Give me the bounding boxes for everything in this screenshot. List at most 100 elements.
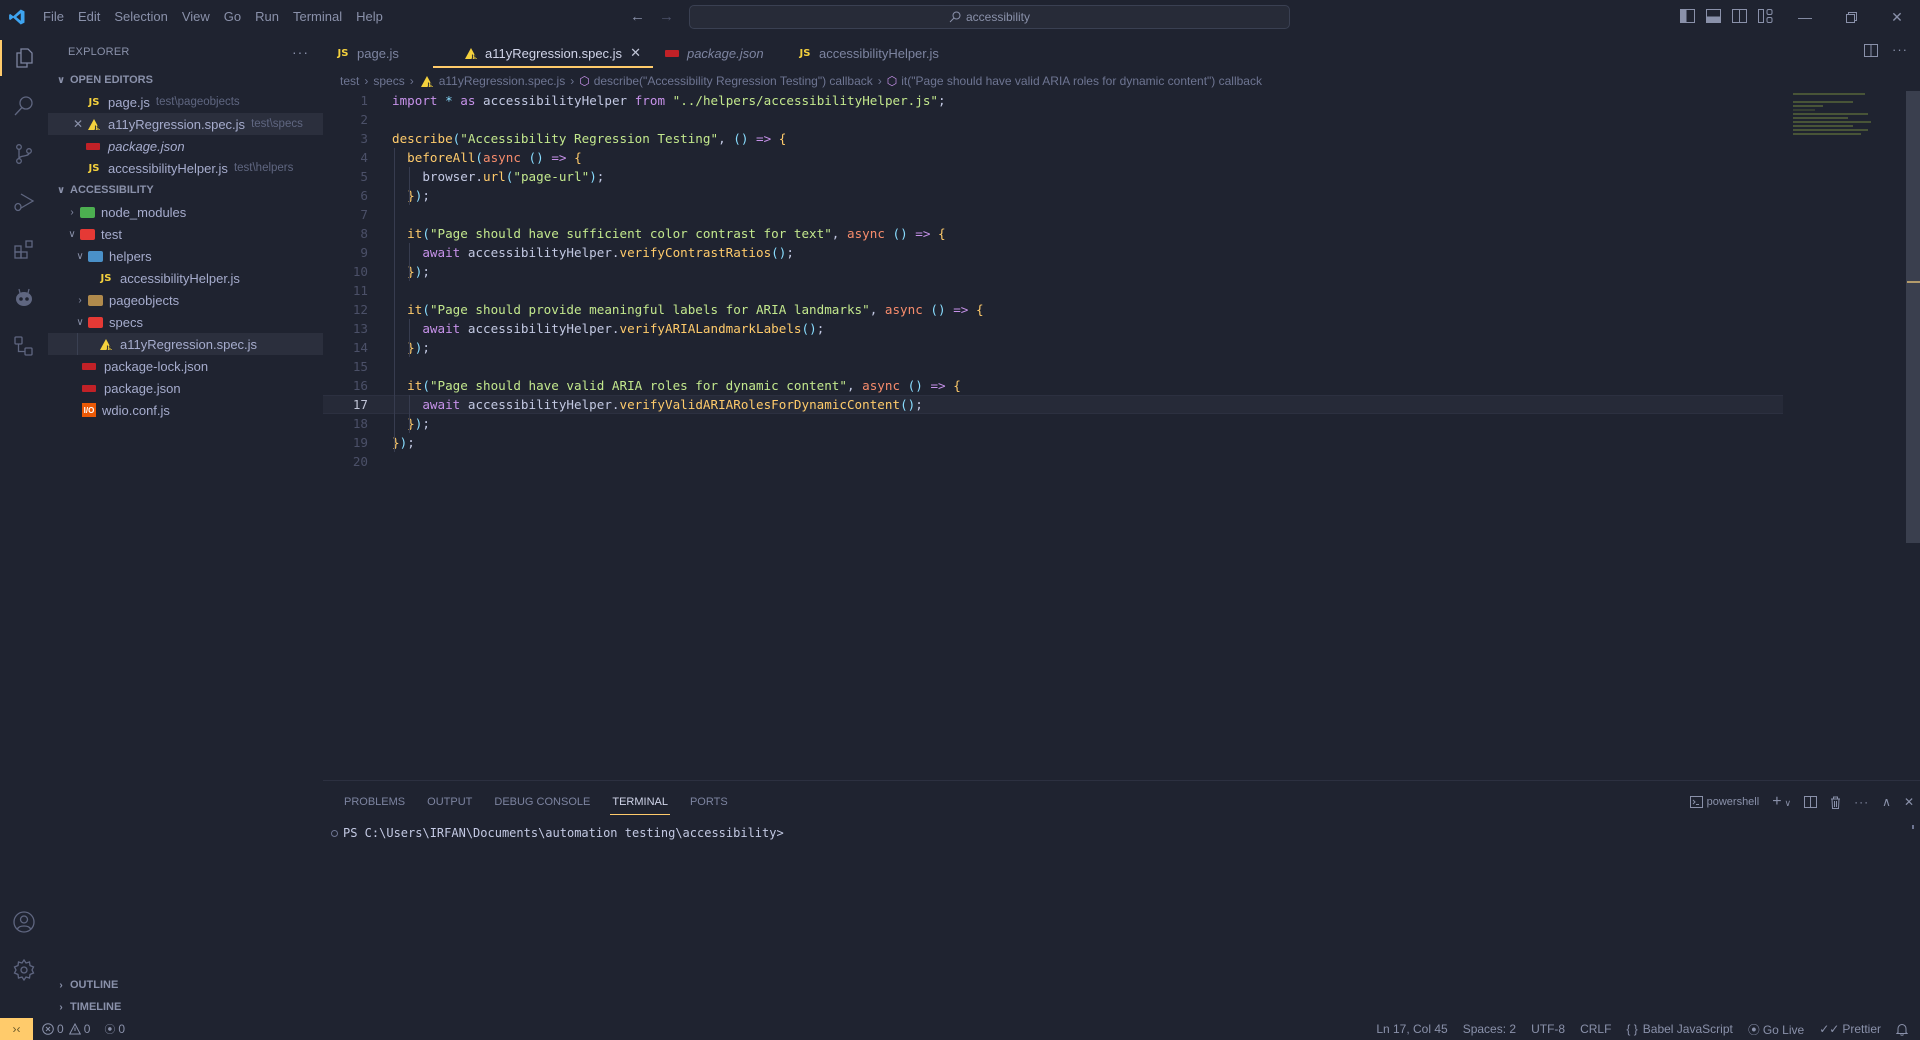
source-control-icon[interactable]: [0, 130, 48, 178]
platformio-alien-icon[interactable]: [0, 274, 48, 322]
more-actions-icon[interactable]: ···: [292, 44, 309, 60]
code-line[interactable]: 12 it("Page should provide meaningful la…: [323, 300, 1783, 319]
panel-tab-ports[interactable]: PORTS: [679, 789, 739, 815]
tree-item-file[interactable]: JS a11yRegression.spec.js: [48, 333, 323, 355]
customize-layout-icon[interactable]: [1758, 9, 1774, 24]
panel-tab-output[interactable]: OUTPUT: [416, 789, 483, 815]
end-of-line[interactable]: CRLF: [1580, 1022, 1611, 1036]
search-icon[interactable]: [0, 82, 48, 130]
tab-accessibility-helper[interactable]: JS accessibilityHelper.js: [785, 40, 951, 66]
code-line[interactable]: 18 });: [323, 414, 1783, 433]
extensions-icon[interactable]: [0, 226, 48, 274]
open-editor-item[interactable]: ✕ JS a11yRegression.spec.js test\specs: [48, 113, 323, 135]
tree-item-folder[interactable]: › node_modules: [48, 201, 323, 223]
remote-explorer-icon[interactable]: [0, 322, 48, 370]
remote-indicator-icon[interactable]: ›‹: [0, 1018, 33, 1040]
code-line[interactable]: 15: [323, 357, 1783, 376]
forward-arrow-icon[interactable]: →: [659, 8, 674, 25]
code-line[interactable]: 13 await accessibilityHelper.verifyARIAL…: [323, 319, 1783, 338]
tree-item-folder[interactable]: › pageobjects: [48, 289, 323, 311]
language-mode[interactable]: { } Babel JavaScript: [1626, 1022, 1732, 1036]
code-line[interactable]: 11: [323, 281, 1783, 300]
tab-a11y-regression-spec[interactable]: JS a11yRegression.spec.js ✕: [433, 40, 653, 68]
explorer-icon[interactable]: [0, 34, 48, 82]
project-header[interactable]: ∨ ACCESSIBILITY: [48, 179, 323, 201]
tab-package-json[interactable]: package.json: [653, 40, 785, 66]
tree-item-file[interactable]: package-lock.json: [48, 355, 323, 377]
menu-selection[interactable]: Selection: [107, 0, 174, 34]
menu-run[interactable]: Run: [248, 0, 286, 34]
close-editor-icon[interactable]: ✕: [70, 117, 86, 131]
timeline-header[interactable]: › TIMELINE: [48, 996, 323, 1018]
terminal[interactable]: PS C:\Users\IRFAN\Documents\automation t…: [331, 826, 784, 840]
menu-file[interactable]: File: [36, 0, 71, 34]
toggle-secondary-sidebar-icon[interactable]: [1732, 9, 1748, 24]
code-line[interactable]: 7: [323, 205, 1783, 224]
prettier-status[interactable]: ✓✓ Prettier: [1819, 1022, 1881, 1036]
tab-page-js[interactable]: JS page.js: [323, 40, 433, 66]
code-line[interactable]: 4 beforeAll(async () => {: [323, 148, 1783, 167]
tree-item-folder[interactable]: ∨ specs: [48, 311, 323, 333]
close-window-icon[interactable]: ✕: [1874, 0, 1920, 34]
breadcrumb-item[interactable]: test: [340, 74, 359, 88]
minimap[interactable]: [1793, 91, 1873, 141]
code-editor[interactable]: 1 import * as accessibilityHelper from ".…: [323, 91, 1783, 771]
open-editor-item[interactable]: JS page.js test\pageobjects: [48, 91, 323, 113]
open-editor-item[interactable]: JS accessibilityHelper.js test\helpers: [48, 157, 323, 179]
code-line[interactable]: 14 });: [323, 338, 1783, 357]
minimize-icon[interactable]: —: [1782, 0, 1828, 34]
manage-gear-icon[interactable]: [0, 946, 48, 994]
code-line[interactable]: 9 await accessibilityHelper.verifyContra…: [323, 243, 1783, 262]
cursor-position[interactable]: Ln 17, Col 45: [1376, 1022, 1447, 1036]
tree-item-file[interactable]: I/O wdio.conf.js: [48, 399, 323, 421]
command-center-search[interactable]: accessibility: [689, 5, 1290, 29]
panel-tab-terminal[interactable]: TERMINAL: [601, 789, 679, 815]
close-tab-icon[interactable]: ✕: [630, 45, 641, 61]
restore-icon[interactable]: [1828, 0, 1874, 34]
toggle-primary-sidebar-icon[interactable]: [1680, 9, 1696, 24]
terminal-scrollbar[interactable]: [1912, 825, 1914, 829]
problems-status[interactable]: 0 0: [42, 1022, 90, 1036]
terminal-shell-selector[interactable]: powershell: [1689, 796, 1759, 808]
run-debug-icon[interactable]: [0, 178, 48, 226]
indentation[interactable]: Spaces: 2: [1463, 1022, 1516, 1036]
open-editors-header[interactable]: ∨ OPEN EDITORS: [48, 69, 323, 91]
code-line[interactable]: 2: [323, 110, 1783, 129]
split-editor-icon[interactable]: [1864, 44, 1878, 57]
editor-scrollbar[interactable]: [1906, 91, 1920, 543]
more-actions-icon[interactable]: ···: [1854, 795, 1869, 809]
code-line[interactable]: 5 browser.url("page-url");: [323, 167, 1783, 186]
breadcrumb-item[interactable]: describe("Accessibility Regression Testi…: [594, 74, 873, 88]
tree-item-folder[interactable]: ∨ test: [48, 223, 323, 245]
close-panel-icon[interactable]: ✕: [1904, 795, 1914, 809]
open-editor-item[interactable]: package.json: [48, 135, 323, 157]
back-arrow-icon[interactable]: ←: [630, 8, 645, 25]
menu-help[interactable]: Help: [349, 0, 390, 34]
code-line[interactable]: 19});: [323, 433, 1783, 452]
code-line[interactable]: 1 import * as accessibilityHelper from ".…: [323, 91, 1783, 110]
code-line[interactable]: 20: [323, 452, 1783, 471]
breadcrumb-item[interactable]: specs: [373, 74, 404, 88]
outline-header[interactable]: › OUTLINE: [48, 974, 323, 996]
maximize-panel-icon[interactable]: ∧: [1882, 795, 1891, 809]
ports-status[interactable]: ⦿ 0: [104, 1021, 125, 1037]
encoding[interactable]: UTF-8: [1531, 1022, 1565, 1036]
menu-terminal[interactable]: Terminal: [286, 0, 349, 34]
tree-item-file[interactable]: package.json: [48, 377, 323, 399]
tree-item-file[interactable]: JS accessibilityHelper.js: [48, 267, 323, 289]
breadcrumb-item[interactable]: a11yRegression.spec.js: [439, 74, 566, 88]
code-line[interactable]: 10 });: [323, 262, 1783, 281]
breadcrumb-item[interactable]: it("Page should have valid ARIA roles fo…: [901, 74, 1262, 88]
code-line[interactable]: 3 describe("Accessibility Regression Test…: [323, 129, 1783, 148]
menu-view[interactable]: View: [175, 0, 217, 34]
split-terminal-icon[interactable]: [1804, 796, 1818, 808]
code-line[interactable]: 17 await accessibilityHelper.verifyValid…: [323, 395, 1783, 414]
panel-tab-debug-console[interactable]: DEBUG CONSOLE: [483, 789, 601, 815]
tree-item-folder[interactable]: ∨ helpers: [48, 245, 323, 267]
menu-edit[interactable]: Edit: [71, 0, 107, 34]
new-terminal-icon[interactable]: + ∨: [1772, 793, 1791, 811]
go-live-button[interactable]: ⦿ Go Live: [1748, 1021, 1804, 1038]
code-line[interactable]: 8 it("Page should have sufficient color …: [323, 224, 1783, 243]
menu-go[interactable]: Go: [217, 0, 248, 34]
kill-terminal-trash-icon[interactable]: [1830, 796, 1841, 809]
